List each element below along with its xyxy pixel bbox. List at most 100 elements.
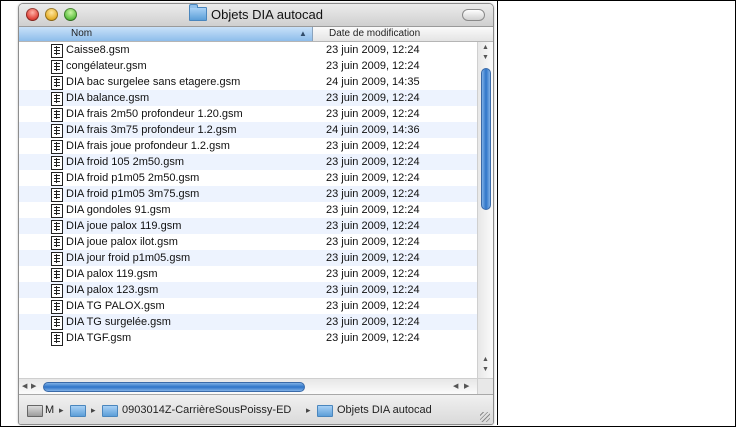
folder-icon bbox=[102, 405, 118, 417]
file-name: DIA frais 2m50 profondeur 1.20.gsm bbox=[66, 108, 243, 120]
document-icon bbox=[51, 156, 63, 170]
document-icon bbox=[51, 268, 63, 282]
file-row[interactable]: DIA froid p1m05 3m75.gsm 23 juin 2009, 1… bbox=[19, 186, 477, 202]
file-date: 24 juin 2009, 14:36 bbox=[326, 124, 420, 136]
file-row[interactable]: DIA jour froid p1m05.gsm 23 juin 2009, 1… bbox=[19, 250, 477, 266]
file-date: 23 juin 2009, 12:24 bbox=[326, 316, 420, 328]
path-separator-icon: ▸ bbox=[59, 405, 64, 415]
file-row[interactable]: DIA palox 123.gsm 23 juin 2009, 12:24 bbox=[19, 282, 477, 298]
scroll-right-arrow-icon[interactable]: ▶ bbox=[464, 382, 469, 390]
file-row[interactable]: congélateur.gsm 23 juin 2009, 12:24 bbox=[19, 58, 477, 74]
file-name: DIA gondoles 91.gsm bbox=[66, 204, 171, 216]
file-name: congélateur.gsm bbox=[66, 60, 147, 72]
folder-icon[interactable] bbox=[70, 405, 86, 417]
file-date: 23 juin 2009, 12:24 bbox=[326, 284, 420, 296]
file-name: DIA joue palox ilot.gsm bbox=[66, 236, 178, 248]
file-row[interactable]: Caisse8.gsm 23 juin 2009, 12:24 bbox=[19, 42, 477, 58]
scroll-left-arrow-icon[interactable]: ◀ bbox=[22, 382, 27, 390]
file-name: DIA frais joue profondeur 1.2.gsm bbox=[66, 140, 230, 152]
file-row[interactable]: DIA gondoles 91.gsm 23 juin 2009, 12:24 bbox=[19, 202, 477, 218]
file-row[interactable]: DIA TGF.gsm 23 juin 2009, 12:24 bbox=[19, 330, 477, 346]
file-date: 23 juin 2009, 12:24 bbox=[326, 300, 420, 312]
document-icon bbox=[51, 92, 63, 106]
file-name: DIA jour froid p1m05.gsm bbox=[66, 252, 191, 264]
resize-grip-icon[interactable] bbox=[480, 412, 490, 422]
file-date: 23 juin 2009, 12:24 bbox=[326, 220, 420, 232]
toolbar-toggle-button[interactable] bbox=[462, 9, 485, 21]
file-date: 23 juin 2009, 12:24 bbox=[326, 92, 420, 104]
path-bar: M ▸ ▸ 0903014Z-CarrièreSousPoissy-ED ▸ O… bbox=[19, 394, 493, 424]
window-title: Objets DIA autocad bbox=[19, 4, 493, 23]
file-name: DIA TG surgelée.gsm bbox=[66, 316, 171, 328]
scroll-left-arrow-icon[interactable]: ◀ bbox=[453, 382, 458, 390]
document-icon bbox=[51, 44, 63, 58]
vertical-scrollbar[interactable]: ▲ ▼ ▲ ▼ bbox=[477, 42, 493, 378]
document-icon bbox=[51, 172, 63, 186]
document-icon bbox=[51, 188, 63, 202]
file-date: 23 juin 2009, 12:24 bbox=[326, 60, 420, 72]
file-date: 23 juin 2009, 12:24 bbox=[326, 332, 420, 344]
file-row[interactable]: DIA joue palox 119.gsm 23 juin 2009, 12:… bbox=[19, 218, 477, 234]
file-name: DIA froid 105 2m50.gsm bbox=[66, 156, 185, 168]
document-icon bbox=[51, 252, 63, 266]
file-name: DIA palox 119.gsm bbox=[66, 268, 158, 280]
path-separator-icon: ▸ bbox=[91, 405, 96, 415]
window-title-text: Objets DIA autocad bbox=[210, 7, 323, 22]
file-name: DIA palox 123.gsm bbox=[66, 284, 159, 296]
column-header-name[interactable]: Nom ▲ bbox=[19, 27, 313, 41]
frame-divider bbox=[497, 1, 498, 425]
scroll-up-arrow-icon[interactable]: ▲ bbox=[482, 356, 489, 363]
document-icon bbox=[51, 140, 63, 154]
vertical-scroll-thumb[interactable] bbox=[481, 68, 491, 210]
path-item-project[interactable]: 0903014Z-CarrièreSousPoissy-ED bbox=[122, 395, 291, 424]
column-header-date[interactable]: Date de modification bbox=[329, 27, 420, 41]
document-icon bbox=[51, 316, 63, 330]
file-row[interactable]: DIA joue palox ilot.gsm 23 juin 2009, 12… bbox=[19, 234, 477, 250]
horizontal-scroll-thumb[interactable] bbox=[43, 382, 305, 392]
folder-icon bbox=[188, 4, 207, 21]
file-row[interactable]: DIA frais joue profondeur 1.2.gsm 23 jui… bbox=[19, 138, 477, 154]
document-icon bbox=[51, 236, 63, 250]
finder-window: Objets DIA autocad Nom ▲ Date de modific… bbox=[18, 3, 494, 425]
file-row[interactable]: DIA bac surgelee sans etagere.gsm 24 jui… bbox=[19, 74, 477, 90]
document-icon bbox=[51, 284, 63, 298]
file-date: 23 juin 2009, 12:24 bbox=[326, 268, 420, 280]
file-name: DIA froid p1m05 3m75.gsm bbox=[66, 188, 200, 200]
file-row[interactable]: DIA TG surgelée.gsm 23 juin 2009, 12:24 bbox=[19, 314, 477, 330]
file-row[interactable]: DIA palox 119.gsm 23 juin 2009, 12:24 bbox=[19, 266, 477, 282]
file-date: 24 juin 2009, 14:35 bbox=[326, 76, 420, 88]
file-name: DIA bac surgelee sans etagere.gsm bbox=[66, 76, 241, 88]
file-date: 23 juin 2009, 12:24 bbox=[326, 252, 420, 264]
document-icon bbox=[51, 108, 63, 122]
file-date: 23 juin 2009, 12:24 bbox=[326, 44, 420, 56]
document-icon bbox=[51, 60, 63, 74]
file-name: DIA frais 3m75 profondeur 1.2.gsm bbox=[66, 124, 237, 136]
document-icon bbox=[51, 124, 63, 138]
horizontal-scrollbar[interactable]: ◀ ▶ ◀ ▶ bbox=[19, 378, 477, 394]
file-date: 23 juin 2009, 12:24 bbox=[326, 172, 420, 184]
file-date: 23 juin 2009, 12:24 bbox=[326, 108, 420, 120]
document-icon bbox=[51, 332, 63, 346]
file-date: 23 juin 2009, 12:24 bbox=[326, 188, 420, 200]
path-item-current[interactable]: Objets DIA autocad bbox=[337, 395, 432, 424]
file-date: 23 juin 2009, 12:24 bbox=[326, 140, 420, 152]
file-row[interactable]: DIA frais 3m75 profondeur 1.2.gsm 24 jui… bbox=[19, 122, 477, 138]
file-row[interactable]: DIA TG PALOX.gsm 23 juin 2009, 12:24 bbox=[19, 298, 477, 314]
file-row[interactable]: DIA balance.gsm 23 juin 2009, 12:24 bbox=[19, 90, 477, 106]
file-row[interactable]: DIA froid p1m05 2m50.gsm 23 juin 2009, 1… bbox=[19, 170, 477, 186]
document-icon bbox=[51, 204, 63, 218]
document-icon bbox=[51, 300, 63, 314]
scroll-down-arrow-icon[interactable]: ▼ bbox=[482, 54, 489, 61]
path-item-drive[interactable]: M bbox=[45, 395, 54, 424]
title-bar[interactable]: Objets DIA autocad bbox=[19, 4, 493, 27]
document-icon bbox=[51, 220, 63, 234]
scroll-right-arrow-icon[interactable]: ▶ bbox=[31, 382, 36, 390]
file-name: DIA froid p1m05 2m50.gsm bbox=[66, 172, 200, 184]
file-date: 23 juin 2009, 12:24 bbox=[326, 236, 420, 248]
hard-drive-icon bbox=[27, 405, 43, 417]
file-row[interactable]: DIA frais 2m50 profondeur 1.20.gsm 23 ju… bbox=[19, 106, 477, 122]
file-row[interactable]: DIA froid 105 2m50.gsm 23 juin 2009, 12:… bbox=[19, 154, 477, 170]
scroll-down-arrow-icon[interactable]: ▼ bbox=[482, 366, 489, 373]
scroll-up-arrow-icon[interactable]: ▲ bbox=[482, 44, 489, 51]
sort-ascending-icon: ▲ bbox=[299, 29, 307, 38]
